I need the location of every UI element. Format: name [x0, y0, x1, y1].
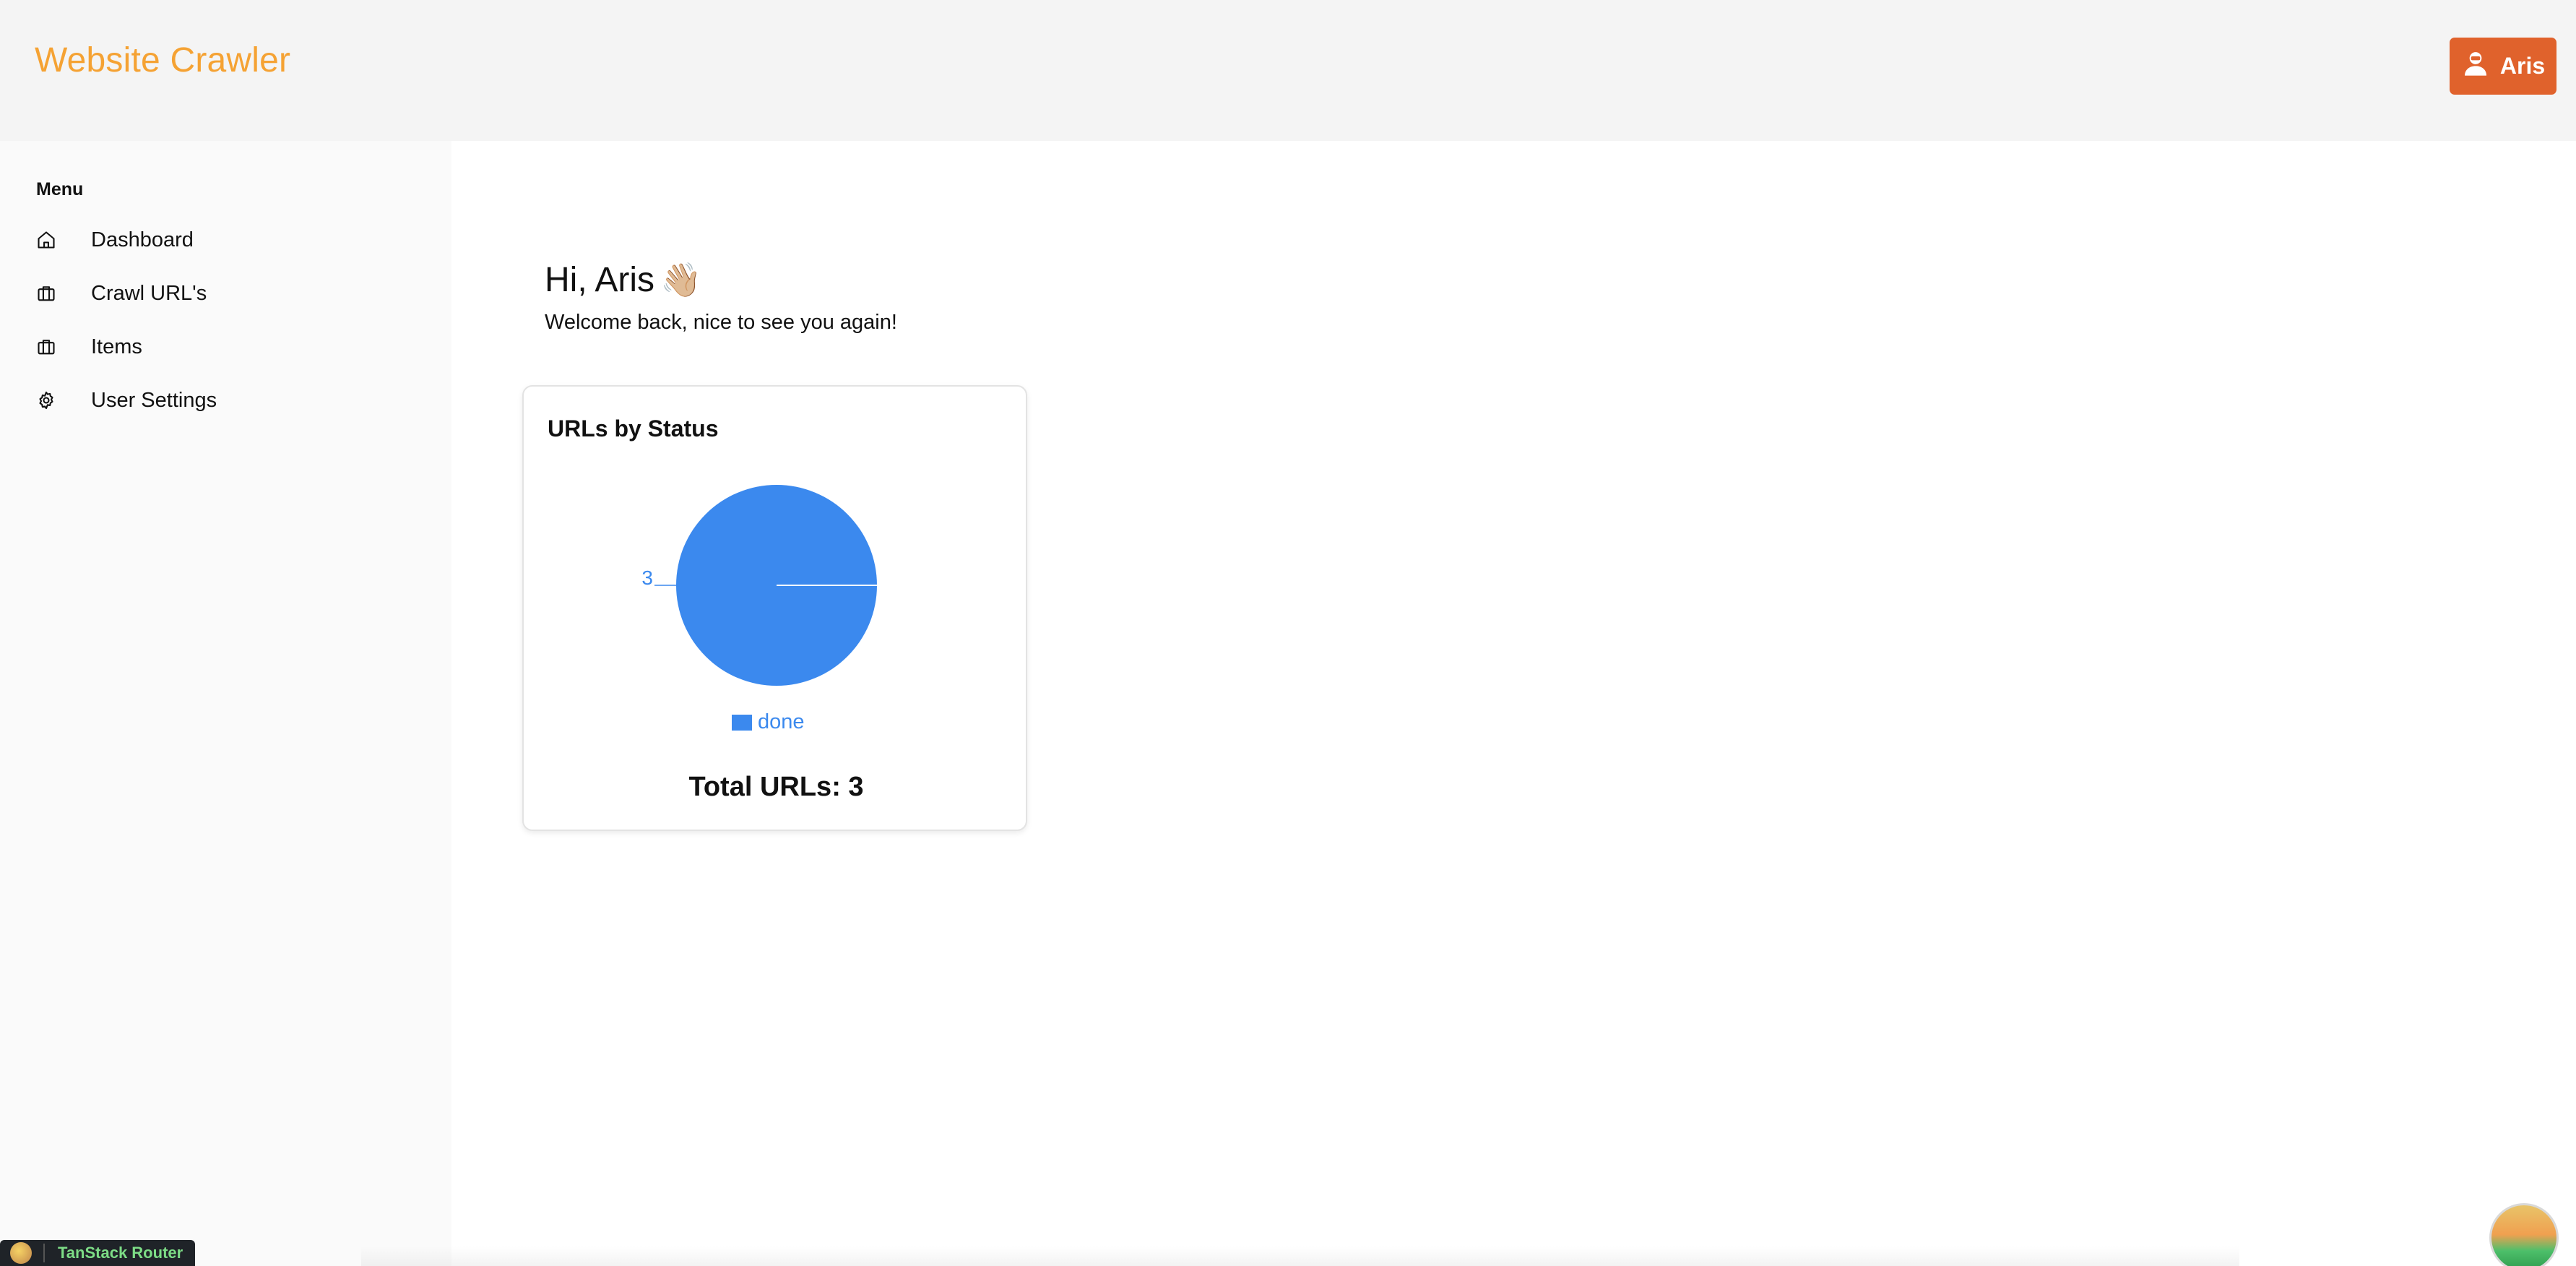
user-avatar-icon — [2461, 49, 2490, 84]
divider — [43, 1244, 45, 1262]
pie-value-label: 3 — [641, 567, 653, 589]
wave-emoji: 👋🏼 — [660, 261, 702, 298]
tanstack-logo-icon — [10, 1242, 32, 1264]
devtools-label: TanStack Router — [58, 1244, 183, 1262]
sidebar-item-crawl-urls[interactable]: Crawl URL's — [36, 275, 412, 311]
sidebar-item-items[interactable]: Items — [36, 329, 412, 365]
sidebar-item-label: Crawl URL's — [91, 281, 207, 305]
legend-label: done — [758, 710, 805, 733]
menu-title: Menu — [36, 179, 84, 199]
sidebar: Menu Dashboard Crawl URL's Items User Se… — [0, 141, 451, 1266]
greeting-heading: Hi, Aris 👋🏼 — [545, 260, 701, 300]
sidebar-item-label: Dashboard — [91, 228, 194, 251]
tanstack-router-devtools-toggle[interactable]: TanStack Router — [0, 1240, 195, 1266]
bottom-shadow — [361, 1246, 2239, 1266]
top-bar: Website Crawler Aris — [0, 0, 2576, 141]
sidebar-item-label: User Settings — [91, 388, 217, 412]
user-name: Aris — [2499, 53, 2546, 79]
legend-swatch — [732, 714, 752, 731]
urls-by-status-card: URLs by Status 3 done Total URLs: 3 — [522, 385, 1027, 831]
sidebar-item-user-settings[interactable]: User Settings — [36, 382, 412, 418]
sidebar-item-label: Items — [91, 335, 142, 358]
user-menu-button[interactable]: Aris — [2450, 38, 2556, 95]
welcome-text: Welcome back, nice to see you again! — [545, 311, 897, 334]
sidebar-item-dashboard[interactable]: Dashboard — [36, 222, 412, 258]
briefcase-icon — [36, 283, 56, 303]
greeting-text: Hi, Aris — [545, 261, 655, 299]
home-icon — [36, 230, 56, 250]
gear-icon — [36, 390, 56, 410]
total-urls: Total URLs: 3 — [688, 772, 864, 802]
pie-chart: 3 — [641, 485, 877, 686]
chart-legend[interactable]: done — [732, 710, 805, 734]
briefcase-icon — [36, 337, 56, 357]
floating-assistant-button[interactable] — [2489, 1203, 2559, 1266]
brand-title[interactable]: Website Crawler — [35, 40, 290, 80]
